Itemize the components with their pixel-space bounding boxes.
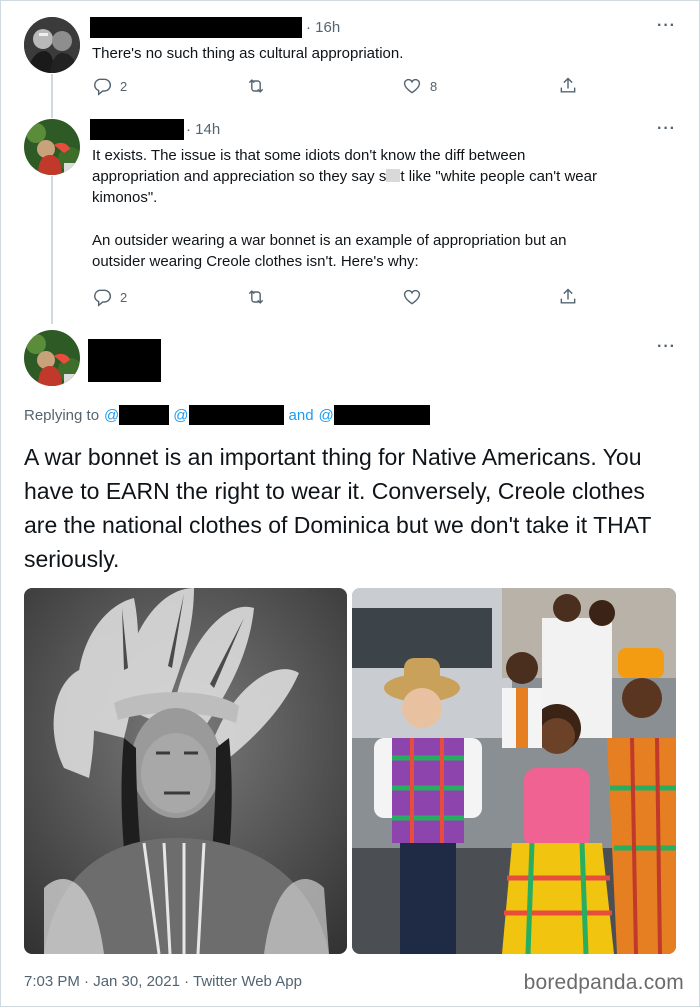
share-button[interactable]: [558, 287, 578, 307]
watermark: boredpanda.com: [523, 971, 684, 994]
censor-block: [386, 169, 401, 182]
tweet-line-part: appropriation and appreciation so they s…: [92, 168, 387, 185]
reply-button[interactable]: 2: [92, 287, 127, 307]
retweet-icon: [248, 290, 264, 304]
thread-connector: [51, 74, 53, 118]
redacted-username: [90, 119, 184, 140]
redacted-display-name: [88, 339, 161, 382]
tweet-time[interactable]: · 16h: [306, 19, 340, 36]
heart-icon: [403, 78, 421, 94]
share-icon: [560, 288, 576, 304]
tweet-text: It exists. The issue is that some idiots…: [92, 145, 682, 272]
retweet-button[interactable]: [246, 76, 266, 96]
tweet-line: An outsider wearing a war bonnet is an e…: [92, 232, 567, 249]
tweet-line: It exists. The issue is that some idiots…: [92, 147, 526, 164]
more-icon[interactable]: ···: [657, 338, 676, 356]
war-bonnet-photo[interactable]: [24, 588, 347, 954]
replying-to: Replying to @ @ and @: [24, 405, 430, 425]
and-label: and: [288, 406, 314, 424]
like-button[interactable]: [402, 287, 422, 307]
tweet-line: appropriation and appreciation so they s…: [92, 166, 682, 187]
redacted-mention: [333, 405, 430, 425]
user-avatar[interactable]: [24, 119, 80, 175]
share-button[interactable]: [558, 76, 578, 96]
redacted-username: [90, 17, 302, 38]
tweet-text: There's no such thing as cultural approp…: [92, 43, 672, 64]
tweet-time[interactable]: · 14h: [186, 121, 220, 138]
reply-icon: [94, 78, 112, 96]
redacted-mention: [188, 405, 284, 425]
tweet-line: kimonos".: [92, 189, 158, 206]
retweet-button[interactable]: [246, 287, 266, 307]
mention-link[interactable]: @: [104, 407, 119, 424]
tweet-line-part: t like "white people can't wear: [400, 168, 597, 185]
share-icon: [560, 77, 576, 93]
reply-icon: [94, 289, 112, 307]
reply-button[interactable]: 2: [92, 76, 127, 96]
user-avatar[interactable]: [24, 17, 80, 73]
replying-label: Replying to: [24, 406, 100, 424]
tweet-timestamp[interactable]: 7:03 PM · Jan 30, 2021 · Twitter Web App: [24, 973, 302, 990]
tweet-line: There's no such thing as cultural approp…: [92, 45, 404, 62]
redacted-mention: [119, 405, 170, 425]
more-icon[interactable]: ···: [657, 120, 676, 138]
like-button[interactable]: 8: [402, 76, 437, 96]
mention-link[interactable]: @: [173, 407, 188, 424]
creole-clothes-photo[interactable]: [352, 588, 676, 954]
mention-link[interactable]: @: [319, 407, 334, 424]
reply-count: 2: [120, 289, 128, 305]
more-icon[interactable]: ···: [657, 17, 676, 35]
user-avatar[interactable]: [24, 330, 80, 386]
tweet-line: outsider wearing Creole clothes isn't. H…: [92, 253, 419, 270]
retweet-icon: [248, 79, 264, 93]
heart-icon: [403, 289, 421, 305]
like-count: 8: [430, 78, 438, 94]
reply-count: 2: [120, 78, 128, 94]
thread-connector: [51, 176, 53, 324]
main-tweet-text: A war bonnet is an important thing for N…: [24, 444, 652, 572]
